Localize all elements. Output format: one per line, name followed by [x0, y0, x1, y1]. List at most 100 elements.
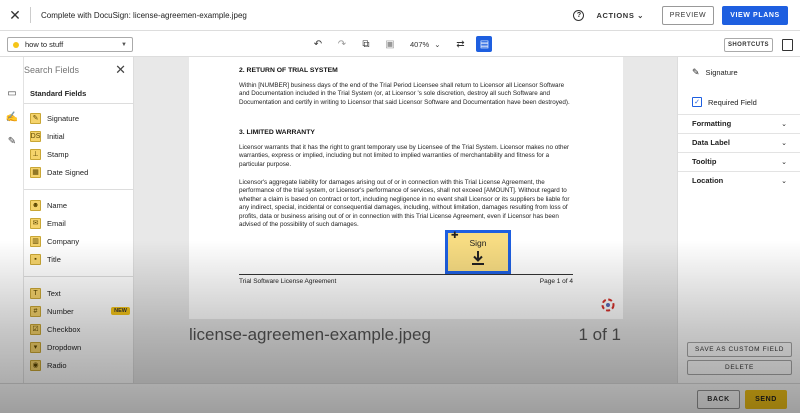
panel-toggle-icon[interactable]	[782, 39, 793, 51]
required-field-checkbox[interactable]: ✓ Required Field	[692, 97, 757, 107]
actions-menu[interactable]: ACTIONS ⌄	[592, 11, 654, 20]
document-select-value: how to stuff	[25, 40, 64, 49]
page-count: 1 of 1	[578, 325, 621, 344]
chevron-down-icon: ⌄	[781, 139, 787, 147]
divider	[24, 276, 133, 277]
download-arrow-icon	[472, 251, 484, 265]
field-checkbox[interactable]: ☑ Checkbox	[30, 323, 130, 335]
field-company[interactable]: ▥ Company	[30, 235, 130, 247]
section-label: Tooltip	[692, 157, 717, 166]
close-icon[interactable]: ✕	[0, 0, 30, 30]
delete-button[interactable]: DELETE	[687, 360, 792, 375]
swap-icon[interactable]: ⇄	[452, 36, 468, 52]
page-footer-title: Trial Software License Agreement	[239, 278, 337, 285]
section-paragraph: Licensor warrants that it has the right …	[239, 144, 570, 168]
back-button[interactable]: BACK	[697, 390, 740, 409]
section-heading: 3. LIMITED WARRANTY	[239, 129, 315, 136]
signature-rail-icon[interactable]: ✍	[6, 111, 18, 123]
chevron-down-icon: ⌄	[434, 39, 441, 49]
person-icon: ☻	[30, 199, 41, 211]
divider	[24, 103, 133, 104]
field-title[interactable]: ▪ Title	[30, 253, 130, 265]
field-label: Email	[47, 218, 66, 228]
checkbox-icon: ☑	[30, 323, 41, 335]
chevron-down-icon: ⌄	[781, 158, 787, 166]
pen-icon: ✎	[30, 112, 41, 124]
zoom-value: 407%	[410, 39, 430, 49]
field-radio[interactable]: ◉ Radio	[30, 359, 130, 371]
close-icon[interactable]: ✕	[115, 62, 126, 78]
checkmark-icon: ✓	[692, 97, 702, 107]
caret-down-icon: ▼	[121, 41, 127, 48]
section-heading: 2. RETURN OF TRIAL SYSTEM	[239, 67, 338, 74]
required-label: Required Field	[708, 97, 757, 107]
top-bar: ✕ Complete with DocuSign: license-agreem…	[0, 0, 800, 31]
field-dropdown[interactable]: ▾ Dropdown	[30, 341, 130, 353]
document-canvas: 2. RETURN OF TRIAL SYSTEM Within [NUMBER…	[134, 57, 677, 383]
field-label: Signature	[47, 113, 80, 123]
field-date-signed[interactable]: ▦ Date Signed	[30, 166, 130, 178]
status-dot-icon	[13, 41, 19, 48]
window-title: Complete with DocuSign: license-agreemen…	[41, 10, 247, 20]
docusign-logo-icon	[601, 298, 615, 312]
save-custom-field-button[interactable]: SAVE AS CUSTOM FIELD	[687, 342, 792, 357]
edit-tools: ↶ ↷ ⧉ ▣ 407% ⌄ ⇄ ▤	[310, 36, 493, 52]
field-label: Stamp	[47, 149, 69, 159]
chevron-down-icon: ⌄	[781, 177, 787, 185]
field-initial[interactable]: DS Initial	[30, 130, 130, 142]
data-label-section[interactable]: Data Label ⌄	[678, 133, 800, 151]
section-title: Standard Fields	[30, 89, 87, 98]
field-email[interactable]: ✉ Email	[30, 217, 130, 229]
field-number[interactable]: # Number NEW	[30, 305, 130, 317]
search-bar: ✕	[24, 57, 133, 82]
field-label: Company	[47, 236, 80, 246]
zoom-select[interactable]: 407% ⌄	[406, 40, 444, 49]
properties-panel: ✎ Signature ✓ Required Field Formatting ⌄…	[677, 57, 800, 383]
section-label: Location	[692, 176, 724, 185]
field-label: Name	[47, 200, 68, 210]
calendar-icon: ▦	[30, 166, 41, 178]
field-name[interactable]: ☻ Name	[30, 199, 130, 211]
tooltip-section[interactable]: Tooltip ⌄	[678, 152, 800, 170]
section-paragraph: Licensor's aggregate liability for damag…	[239, 179, 570, 229]
page-footer-number: Page 1 of 4	[539, 278, 573, 285]
undo-icon[interactable]: ↶	[310, 36, 326, 52]
redo-icon[interactable]: ↷	[334, 36, 350, 52]
preview-button[interactable]: PREVIEW	[662, 5, 714, 25]
document-select[interactable]: how to stuff ▼	[7, 37, 133, 52]
view-plans-button[interactable]: VIEW PLANS	[722, 5, 788, 25]
formatting-section[interactable]: Formatting ⌄	[678, 114, 800, 132]
footer-rule	[239, 274, 573, 275]
paste-icon[interactable]: ▣	[382, 36, 398, 52]
copy-icon[interactable]: ⧉	[358, 36, 374, 52]
section-label: Formatting	[692, 119, 732, 128]
field-stamp[interactable]: ⊥ Stamp	[30, 148, 130, 160]
field-label: Text	[47, 288, 61, 298]
fields-rail-icon[interactable]: ▭	[6, 87, 18, 99]
envelope-icon: ✉	[30, 217, 41, 229]
initial-icon: DS	[30, 130, 41, 142]
pen-icon: ✎	[692, 67, 700, 77]
shortcuts-button[interactable]: SHORTCUTS	[724, 38, 773, 52]
dropdown-icon: ▾	[30, 341, 41, 353]
text-icon: T	[30, 287, 41, 299]
top-bar-actions: ? ACTIONS ⌄ PREVIEW VIEW PLANS	[573, 5, 800, 25]
document-page[interactable]: 2. RETURN OF TRIAL SYSTEM Within [NUMBER…	[189, 57, 623, 319]
field-label: Title	[47, 254, 61, 264]
left-rail: ▭ ✍ ✎	[0, 57, 24, 383]
location-section[interactable]: Location ⌄	[678, 171, 800, 189]
field-signature[interactable]: ✎ Signature	[30, 112, 130, 124]
radio-icon: ◉	[30, 359, 41, 371]
field-text[interactable]: T Text	[30, 287, 130, 299]
help-icon[interactable]: ?	[573, 9, 585, 21]
edit-rail-icon[interactable]: ✎	[6, 135, 18, 147]
field-form-icon[interactable]: ▤	[476, 36, 493, 52]
briefcase-icon: ▪	[30, 253, 41, 265]
search-input[interactable]	[24, 64, 104, 75]
move-cursor-icon: ✚	[451, 230, 459, 240]
actions-label: ACTIONS	[596, 10, 635, 20]
send-button[interactable]: SEND	[745, 390, 787, 409]
field-label: Initial	[47, 131, 65, 141]
chevron-down-icon: ⌄	[637, 10, 644, 20]
sign-label: Sign	[469, 238, 487, 248]
